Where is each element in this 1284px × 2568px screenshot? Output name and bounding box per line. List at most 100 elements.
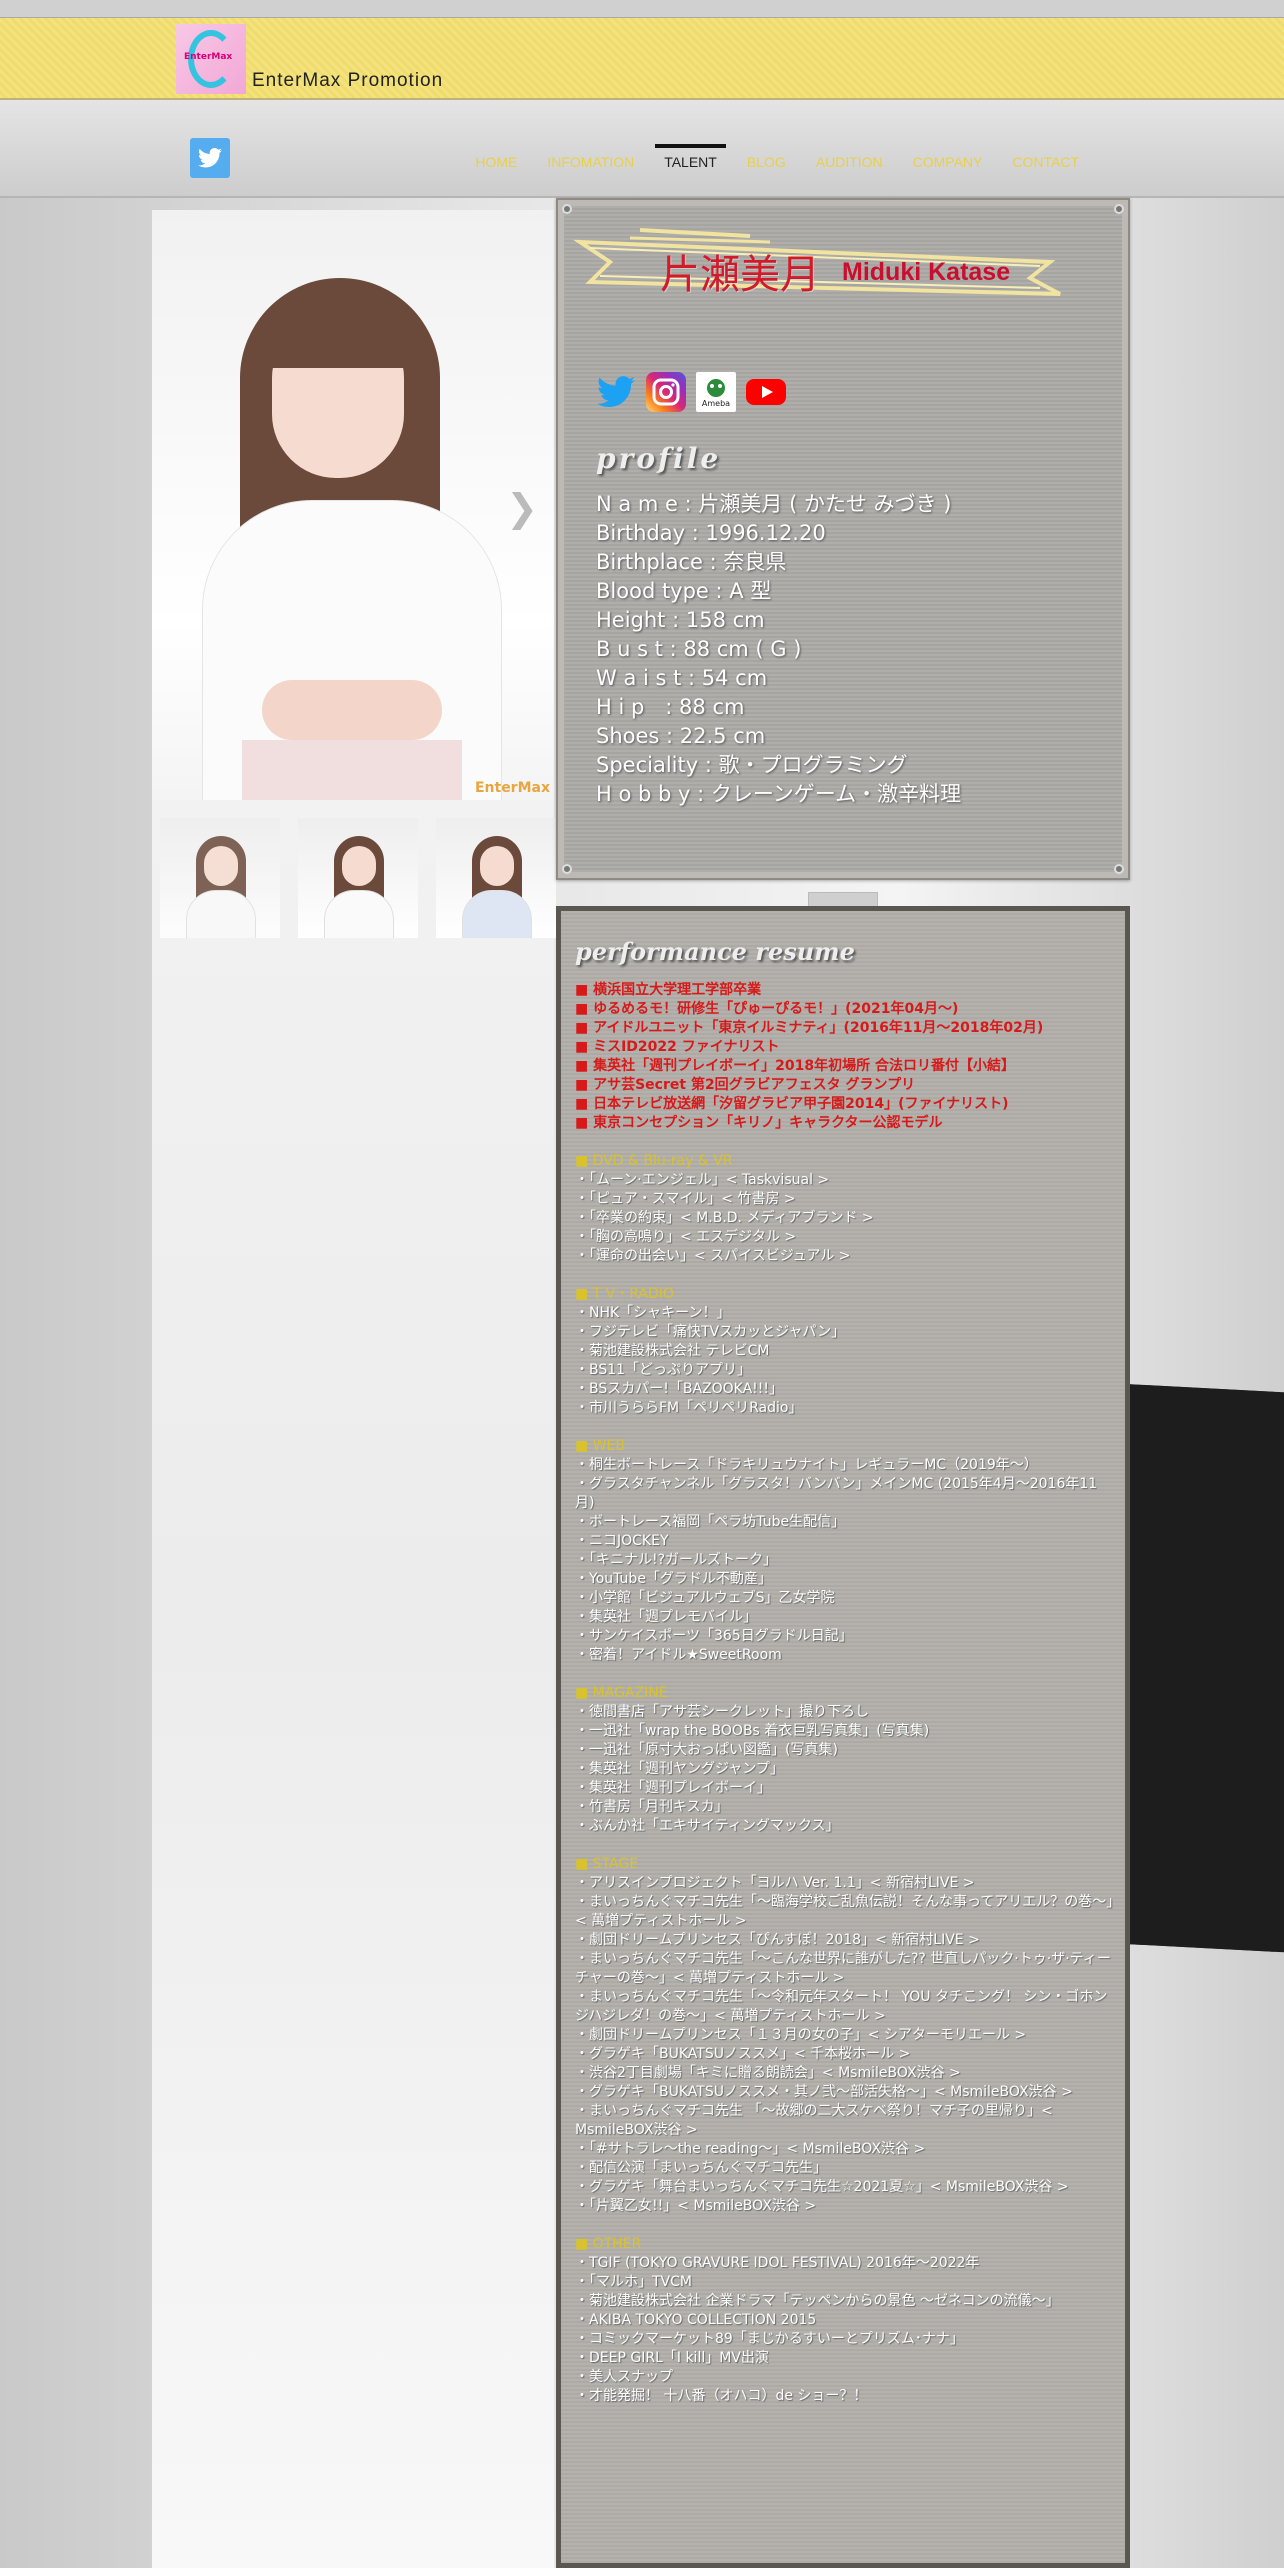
gallery-thumbnail[interactable]: [160, 818, 280, 938]
list-item: ・徳間書店「アサ芸シークレット」撮り下ろし: [575, 1704, 869, 1720]
award-item: ■ 日本テレビ放送網「汐留グラビア甲子園2014」(ファイナリスト): [575, 1096, 1009, 1112]
section-title-stage: ■ STAGE: [575, 1856, 639, 1872]
list-item: ・ニコJOCKEY: [575, 1533, 669, 1549]
awards-list: ■ 横浜国立大学理工学部卒業 ■ ゆるめるモ！研修生「ぴゅーぴるモ！」(2021…: [575, 981, 1115, 1133]
list-item: ・密着！アイドル★SweetRoom: [575, 1647, 782, 1663]
section-list-magazine: ・徳間書店「アサ芸シークレット」撮り下ろし ・一迅社「wrap the BOOB…: [575, 1703, 1115, 1836]
profile-bust: B u s t : 88 cm ( G ): [596, 637, 802, 661]
gallery-next-arrow[interactable]: ❯: [506, 486, 538, 530]
twitter-button[interactable]: [190, 138, 230, 178]
site-banner: EnterMax EnterMax Promotion: [0, 18, 1284, 100]
instagram-link[interactable]: [646, 372, 686, 412]
profile-waist: W a i s t : 54 cm: [596, 666, 768, 690]
gallery-thumbnail[interactable]: [298, 818, 418, 938]
section-list-tv-radio: ・NHK「シャキーン！」 ・フジテレビ「痛快TVスカッとジャパン」 ・菊池建設株…: [575, 1304, 1115, 1418]
award-item: ■ アイドルユニット「東京イルミナティ」(2016年11月～2018年02月): [575, 1020, 1044, 1036]
photo-watermark: EnterMax: [474, 780, 550, 796]
list-item: ・劇団ドリームプリンセス「１３月の女の子」< シアターモリエール >: [575, 2027, 1027, 2043]
list-item: ・「運命の出会い」< スパイスビジュアル >: [575, 1248, 851, 1264]
nav-home[interactable]: HOME: [460, 146, 532, 178]
profile-hip: H i p : 88 cm: [596, 695, 745, 719]
list-item: ・才能発掘！ 十八番（オハコ）de ショー？！: [575, 2388, 868, 2404]
rivet: [1114, 204, 1124, 214]
ameba-link[interactable]: Ameba: [696, 372, 736, 412]
list-item: ・ボートレース福岡「ペラ坊Tube生配信」: [575, 1514, 846, 1530]
list-item: ・サンケイスポーツ「365日グラドル日記」: [575, 1628, 853, 1644]
rivet: [562, 864, 572, 874]
list-item: ・美人スナップ: [575, 2369, 673, 2385]
list-item: ・配信公演「まいっちんぐマチコ先生」: [575, 2160, 827, 2176]
talent-name-jp: 片瀬美月: [660, 252, 820, 298]
list-item: ・市川うららFM「ペリペリRadio」: [575, 1400, 803, 1416]
list-item: ・コミックマーケット89「まじかるすいーとプリズム･ナナ」: [575, 2331, 964, 2347]
list-item: ・まいっちんぐマチコ先生「～令和元年スタート！ YOU タチこング！ シン・ゴホ…: [575, 1989, 1108, 2024]
list-item: ・アリスインプロジェクト「ヨルハ Ver. 1.1」< 新宿村LIVE >: [575, 1875, 975, 1891]
profile-birthday: Birthday : 1996.12.20: [596, 521, 826, 545]
list-item: ・「#サトラレ～the reading～」< MsmileBOX渋谷 >: [575, 2141, 926, 2157]
section-title-other: ■ OTHER: [575, 2236, 642, 2252]
rivet: [562, 204, 572, 214]
main-photo[interactable]: ❯ EnterMax: [152, 210, 554, 800]
photo-skirt: [242, 740, 462, 800]
list-item: ・AKIBA TOKYO COLLECTION 2015: [575, 2312, 817, 2328]
list-item: ・BSスカパー!「BAZOOKA!!!」: [575, 1381, 784, 1397]
list-item: ・まいっちんぐマチコ先生 「～故郷の二大スケベ祭り！マチ子の里帰り」< Msmi…: [575, 2103, 1053, 2138]
list-item: ・一迅社「原寸大おっぱい図鑑」(写真集): [575, 1742, 838, 1758]
list-item: ・桐生ボートレース「ドラキリュウナイト」レギュラーMC（2019年～）: [575, 1457, 1038, 1473]
list-item: ・YouTube「グラドル不動産」: [575, 1571, 772, 1587]
profile-birthplace: Birthplace : 奈良県: [596, 550, 787, 574]
twitter-link[interactable]: [596, 372, 636, 412]
list-item: ・ぶんか社「エキサイティングマックス」: [575, 1818, 840, 1834]
nav-infomation[interactable]: INFOMATION: [532, 146, 649, 178]
navigation-bar: HOME INFOMATION TALENT BLOG AUDITION COM…: [0, 100, 1284, 198]
resume-heading: performance resume: [575, 937, 855, 966]
profile-list: N a m e : 片瀬美月 ( かたせ みづき ) Birthday : 19…: [596, 490, 961, 809]
profile-shoes: Shoes : 22.5 cm: [596, 724, 766, 748]
section-title-web: ■ WEB: [575, 1438, 625, 1454]
youtube-icon: [746, 379, 786, 405]
list-item: ・集英社「週刊ヤングジャンプ」: [575, 1761, 784, 1777]
list-item: ・グラゲキ「BUKATSUノススメ」< 千本桜ホール >: [575, 2046, 911, 2062]
list-item: ・菊池建設株式会社 テレビCM: [575, 1343, 770, 1359]
name-banner: 片瀬美月 Miduki Katase: [570, 222, 1070, 310]
profile-blood-type: Blood type : A 型: [596, 579, 772, 603]
list-item: ・「胸の高鳴り」< エスデジタル >: [575, 1229, 797, 1245]
list-item: ・TGIF (TOKYO GRAVURE IDOL FESTIVAL) 2016…: [575, 2255, 980, 2271]
award-item: ■ ゆるめるモ！研修生「ぴゅーぴるモ！」(2021年04月～): [575, 1001, 959, 1017]
list-item: ・集英社「週刊プレイボーイ」: [575, 1780, 771, 1796]
rivet: [1114, 864, 1124, 874]
brand-name[interactable]: EnterMax Promotion: [252, 70, 443, 92]
nav-contact[interactable]: CONTACT: [997, 146, 1094, 178]
resume-panel: performance resume ■ 横浜国立大学理工学部卒業 ■ ゆるめる…: [556, 906, 1130, 2568]
youtube-link[interactable]: [746, 372, 786, 412]
award-item: ■ アサ芸Secret 第2回グラビアフェスタ グランプリ: [575, 1077, 916, 1093]
social-links: Ameba: [596, 372, 786, 412]
nav-talent[interactable]: TALENT: [649, 144, 732, 178]
section-list-other: ・TGIF (TOKYO GRAVURE IDOL FESTIVAL) 2016…: [575, 2254, 1115, 2406]
list-item: ・渋谷2丁目劇場「キミに贈る朗読会」< MsmileBOX渋谷 >: [575, 2065, 961, 2081]
list-item: ・NHK「シャキーン！」: [575, 1305, 731, 1321]
ameba-label: Ameba: [701, 398, 731, 408]
list-item: ・グラゲキ「BUKATSUノススメ・其ノ弐～部活失格～」< MsmileBOX渋…: [575, 2084, 1073, 2100]
list-item: ・BS11「どっぷりアプリ」: [575, 1362, 752, 1378]
nav-audition[interactable]: AUDITION: [801, 146, 898, 178]
section-title-dvd: ■ DVD & Blu-ray & VR: [575, 1153, 733, 1169]
profile-hobby: H o b b y : クレーンゲーム・激辛料理: [596, 782, 962, 806]
nav-company[interactable]: COMPANY: [898, 146, 998, 178]
resume-body: ■ 横浜国立大学理工学部卒業 ■ ゆるめるモ！研修生「ぴゅーぴるモ！」(2021…: [575, 981, 1115, 2406]
list-item: ・小学館「ビジュアルウェブS」乙女学院: [575, 1590, 835, 1606]
nav-blog[interactable]: BLOG: [732, 146, 801, 178]
site-logo[interactable]: EnterMax: [176, 24, 246, 94]
section-list-dvd: ・「ムーン·エンジェル」< Taskvisual > ・「ピュア・スマイル」< …: [575, 1171, 1115, 1266]
list-item: ・「片翼乙女!!」< MsmileBOX渋谷 >: [575, 2198, 817, 2214]
talent-name-en: Miduki Katase: [842, 258, 1011, 286]
list-item: ・竹書房「月刊キスカ」: [575, 1799, 729, 1815]
list-item: ・劇団ドリームプリンセス「ぴんすぽ！2018」< 新宿村LIVE >: [575, 1932, 980, 1948]
list-item: ・グラゲキ「舞台まいっちんぐマチコ先生☆2021夏☆」< MsmileBOX渋谷…: [575, 2179, 1069, 2195]
award-item: ■ 集英社「週刊プレイボーイ」2018年初場所 合法ロリ番付【小結】: [575, 1058, 1015, 1074]
section-title-tv-radio: ■ T V・RADIO: [575, 1286, 674, 1302]
gallery-thumbnail[interactable]: [436, 818, 556, 938]
profile-panel: 片瀬美月 Miduki Katase Ameba profile N a m e…: [556, 198, 1130, 880]
list-item: ・まいっちんぐマチコ先生「～臨海学校ご乱魚伝説！そんな事ってアリエル？の巻～」<…: [575, 1894, 1114, 1929]
list-item: ・「ムーン·エンジェル」< Taskvisual >: [575, 1172, 830, 1188]
